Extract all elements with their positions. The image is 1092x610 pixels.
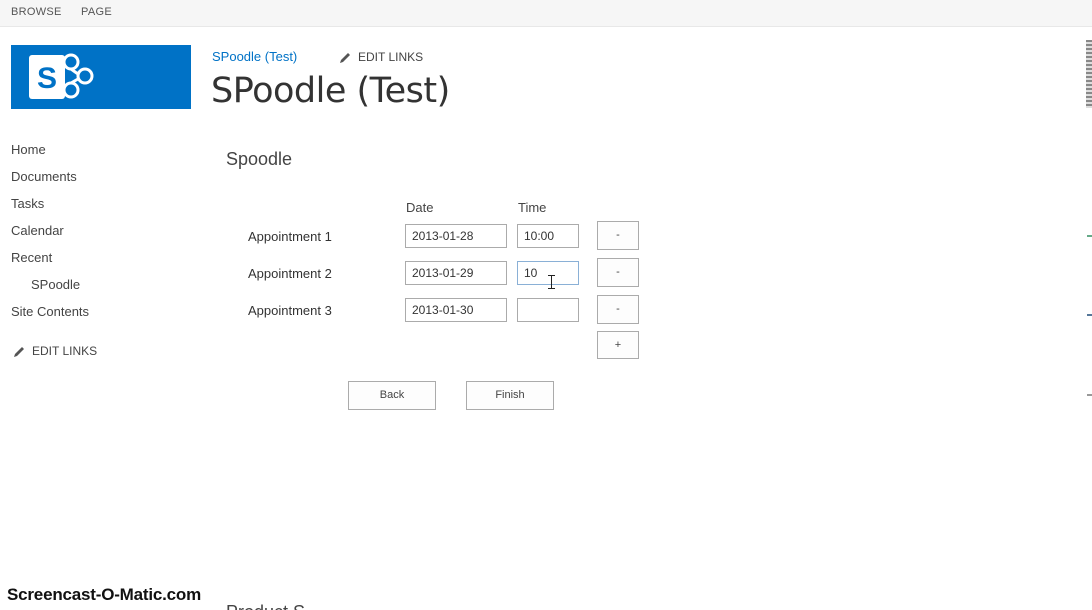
pencil-icon [14, 346, 24, 357]
remove-appointment-1-button[interactable]: - [597, 221, 639, 250]
edit-links-nav-label: EDIT LINKS [32, 344, 98, 358]
back-button[interactable]: Back [348, 381, 436, 410]
appointment-3-label: Appointment 3 [248, 303, 332, 318]
nav-item-documents[interactable]: Documents [11, 169, 77, 184]
screencast-watermark: Screencast-O-Matic.com [7, 585, 202, 604]
appointment-3-time-input[interactable] [517, 298, 579, 322]
nav-item-tasks[interactable]: Tasks [11, 196, 44, 211]
remove-appointment-2-button[interactable]: - [597, 258, 639, 287]
appointment-1-date-input[interactable] [405, 224, 507, 248]
scrollbar-grip[interactable] [1086, 40, 1092, 108]
appointment-2-date-input[interactable] [405, 261, 507, 285]
site-logo[interactable]: S [11, 45, 191, 109]
appointment-1-label: Appointment 1 [248, 229, 332, 244]
svg-text:S: S [37, 62, 57, 95]
appointment-1-time-input[interactable] [517, 224, 579, 248]
nav-item-home[interactable]: Home [11, 142, 46, 157]
appointment-3-date-input[interactable] [405, 298, 507, 322]
pencil-icon [340, 52, 350, 63]
sharepoint-logo-icon: S [29, 53, 94, 99]
edge-fragment [1087, 394, 1092, 396]
remove-appointment-3-button[interactable]: - [597, 295, 639, 324]
edit-links-top-label: EDIT LINKS [358, 50, 424, 64]
page-heading: Spoodle [226, 149, 293, 169]
site-title: SPoodle (Test) [211, 71, 450, 111]
ribbon-bar: BROWSE PAGE [0, 0, 1092, 27]
date-column-header: Date [406, 200, 434, 215]
nav-item-site-contents[interactable]: Site Contents [11, 304, 89, 319]
site-breadcrumb-link[interactable]: SPoodle (Test) [212, 49, 297, 64]
nav-item-recent[interactable]: Recent [11, 250, 52, 265]
nav-item-calendar[interactable]: Calendar [11, 223, 64, 238]
finish-button[interactable]: Finish [466, 381, 554, 410]
appointment-2-label: Appointment 2 [248, 266, 332, 281]
time-column-header: Time [518, 200, 547, 215]
edit-links-nav-button[interactable]: EDIT LINKS [13, 344, 97, 358]
edge-fragment [1087, 314, 1092, 316]
nav-item-spoodle[interactable]: SPoodle [31, 277, 80, 292]
text-cursor-icon [548, 275, 555, 289]
ribbon-tab-browse[interactable]: BROWSE [11, 6, 62, 18]
edit-links-top-button[interactable]: EDIT LINKS [339, 50, 423, 64]
add-appointment-button[interactable]: + [597, 331, 639, 359]
edge-fragment [1087, 235, 1092, 237]
ribbon-tab-page[interactable]: PAGE [81, 6, 112, 18]
below-fold-heading: Product S... [226, 602, 320, 610]
